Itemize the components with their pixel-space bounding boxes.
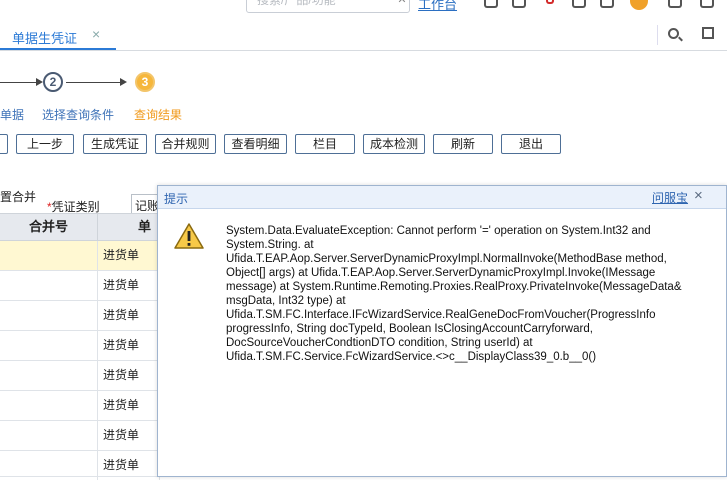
step-connector (66, 82, 120, 83)
search-icon[interactable] (668, 28, 679, 39)
step-3-label: 查询结果 (134, 108, 183, 122)
view-detail-button[interactable]: 查看明细 (224, 134, 287, 154)
settings-icon[interactable] (600, 0, 614, 8)
top-strip: 搜索/产品/功能 ✕ 工作台 (0, 0, 727, 20)
search-placeholder: 搜索/产品/功能 (257, 0, 336, 7)
merge-no-cell (0, 391, 98, 420)
merge-no-cell (0, 421, 98, 450)
exit-button[interactable]: 退出 (501, 134, 561, 154)
merge-setting-label: 置合并 (0, 190, 37, 204)
doc-cell: 进货单 (98, 451, 160, 480)
partial-button[interactable] (0, 134, 8, 154)
message-icon[interactable] (484, 0, 498, 8)
menu-icon[interactable] (700, 0, 714, 8)
global-search-input[interactable]: 搜索/产品/功能 ✕ (246, 0, 410, 13)
doc-cell: 进货单 (98, 421, 160, 450)
close-icon[interactable]: × (694, 187, 703, 204)
fullscreen-icon[interactable] (702, 27, 714, 39)
doc-cell: 进货单 (98, 361, 160, 390)
user-icon[interactable] (668, 0, 682, 8)
merge-rules-button[interactable]: 合并规则 (155, 134, 216, 154)
voucher-type-value: 记账 (135, 199, 160, 213)
refresh-button[interactable]: 刷新 (433, 134, 493, 154)
divider (657, 25, 658, 45)
help-link[interactable]: 问服宝 (652, 189, 688, 206)
tab-close-icon[interactable]: × (92, 26, 100, 42)
col-doc[interactable]: 单据 (98, 214, 160, 260)
merge-no-cell (0, 331, 98, 360)
error-message: System.Data.EvaluateException: Cannot pe… (226, 225, 685, 363)
doc-cell: 进货单 (98, 271, 160, 300)
error-dialog: 提示 问服宝 × System.Data.EvaluateException: … (157, 185, 727, 477)
step-1-label: 单据 (0, 108, 25, 122)
workbench-link[interactable]: 工作台 (418, 0, 457, 13)
app-icon[interactable] (572, 0, 586, 8)
tab-bar: 单据生凭证 × (0, 22, 727, 51)
calendar-icon[interactable] (512, 0, 526, 8)
merge-no-cell (0, 271, 98, 300)
step-arrow-icon (36, 78, 43, 86)
merge-no-cell (0, 301, 98, 330)
step-3-indicator: 3 (135, 72, 155, 92)
clear-icon[interactable]: ✕ (394, 0, 410, 11)
doc-cell: 进货单 (98, 331, 160, 360)
avatar[interactable] (630, 0, 648, 10)
warning-icon (174, 223, 204, 249)
cost-check-button[interactable]: 成本检测 (363, 134, 425, 154)
notification-icon[interactable] (546, 0, 554, 4)
merge-no-cell (0, 451, 98, 480)
merge-no-cell (0, 241, 98, 270)
doc-cell: 进货单 (98, 241, 160, 270)
prev-step-button[interactable]: 上一步 (16, 134, 74, 154)
dialog-title: 提示 (164, 192, 189, 206)
step-connector (0, 82, 36, 83)
generate-voucher-button[interactable]: 生成凭证 (83, 134, 147, 154)
columns-button[interactable]: 栏目 (295, 134, 355, 154)
step-2-indicator: 2 (43, 72, 63, 92)
tab-voucher-generation[interactable]: 单据生凭证 × (0, 22, 116, 50)
doc-cell: 进货单 (98, 391, 160, 420)
tab-label: 单据生凭证 (12, 31, 78, 46)
doc-cell: 进货单 (98, 301, 160, 330)
dialog-title-bar: 提示 问服宝 × (158, 186, 726, 209)
merge-no-cell (0, 361, 98, 390)
step-2-label: 选择查询条件 (42, 108, 115, 122)
step-arrow-icon (120, 78, 127, 86)
col-merge-no[interactable]: 合并号 (0, 214, 98, 240)
